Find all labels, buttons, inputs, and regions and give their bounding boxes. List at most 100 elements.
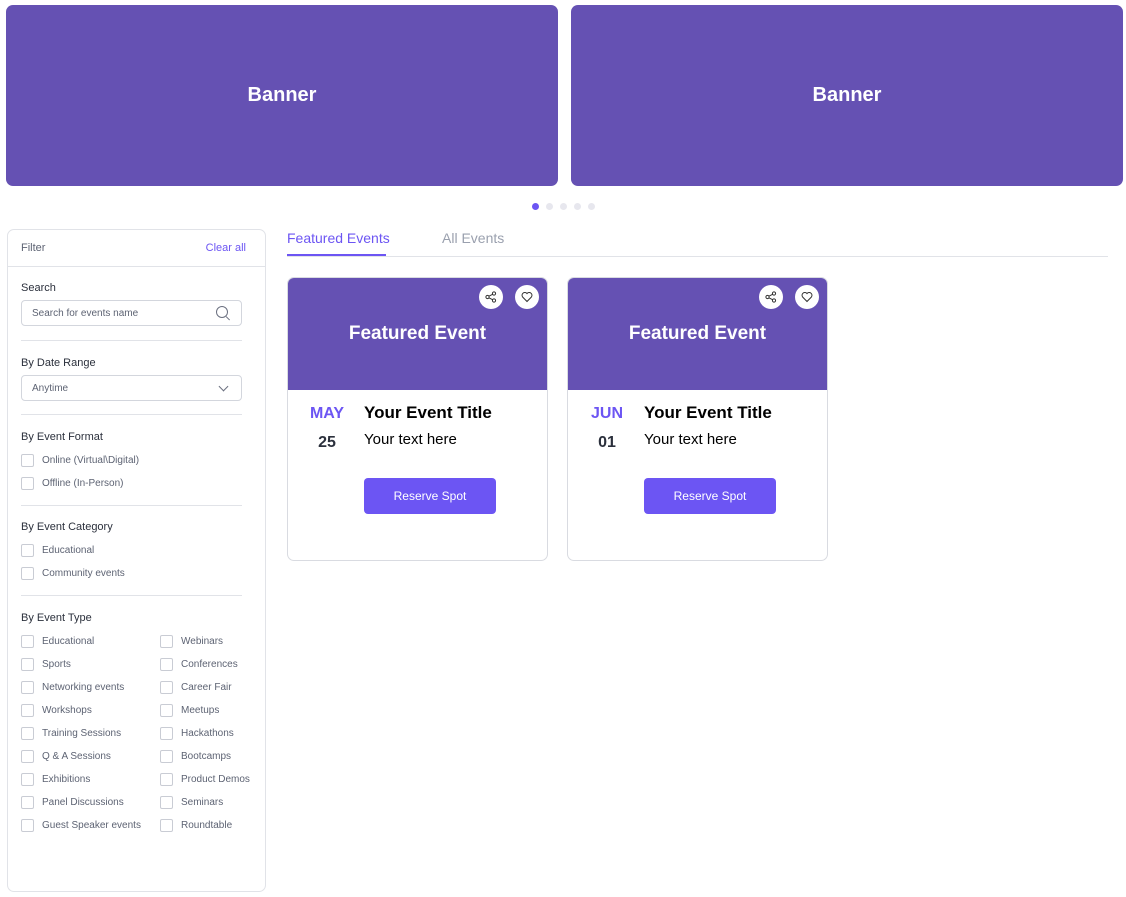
checkbox-type[interactable]: Workshops	[21, 704, 92, 717]
tab-featured-events[interactable]: Featured Events	[287, 230, 390, 246]
event-month: MAY	[309, 405, 345, 422]
search-field[interactable]	[21, 300, 242, 326]
event-month: JUN	[590, 405, 623, 422]
checkbox-type[interactable]: Training Sessions	[21, 727, 121, 740]
checkbox-category-educational[interactable]: Educational	[21, 544, 94, 557]
carousel-dot-5[interactable]	[588, 203, 595, 210]
checkbox-community-events[interactable]: Community events	[21, 567, 125, 580]
carousel-dot-3[interactable]	[560, 203, 567, 210]
carousel-dot-2[interactable]	[546, 203, 553, 210]
checkbox[interactable]	[160, 773, 173, 786]
checkbox-label: Conferences	[181, 659, 238, 670]
checkbox[interactable]	[21, 681, 34, 694]
reserve-spot-button[interactable]: Reserve Spot	[644, 478, 776, 514]
checkbox-type[interactable]: Q & A Sessions	[21, 750, 111, 763]
checkbox-label: Roundtable	[181, 820, 233, 831]
checkbox[interactable]	[160, 727, 173, 740]
checkbox[interactable]	[21, 704, 34, 717]
checkbox-type[interactable]: Career Fair	[160, 681, 232, 694]
checkbox[interactable]	[160, 750, 173, 763]
checkbox-label: Offline (In-Person)	[42, 478, 124, 489]
event-description: Your text here	[364, 431, 457, 448]
checkbox[interactable]	[21, 773, 34, 786]
checkbox-label: Exhibitions	[42, 774, 91, 785]
checkbox[interactable]	[160, 704, 173, 717]
checkbox-type[interactable]: Product Demos	[160, 773, 250, 786]
event-format-label: By Event Format	[21, 431, 103, 443]
checkbox-label: Guest Speaker events	[42, 820, 141, 831]
event-card[interactable]: Featured Event JUN 01 Your Event Title Y…	[567, 277, 828, 561]
checkbox-label: Webinars	[181, 636, 224, 647]
banner-2[interactable]: Banner	[571, 5, 1123, 186]
banner-1[interactable]: Banner	[6, 5, 558, 186]
carousel-dot-1[interactable]	[532, 203, 539, 210]
checkbox[interactable]	[160, 635, 173, 648]
checkbox[interactable]	[21, 658, 34, 671]
date-range-label: By Date Range	[21, 357, 96, 369]
event-card[interactable]: Featured Event MAY 25 Your Event Title Y…	[287, 277, 548, 561]
share-button[interactable]	[759, 285, 783, 309]
checkbox-online[interactable]: Online (Virtual\Digital)	[21, 454, 139, 467]
event-image-label: Featured Event	[348, 323, 487, 344]
chevron-down-icon	[218, 381, 229, 391]
checkbox[interactable]	[21, 477, 34, 490]
checkbox-label: Training Sessions	[42, 728, 122, 739]
checkbox-label: Sports	[42, 659, 71, 670]
checkbox-type[interactable]: Conferences	[160, 658, 238, 671]
share-button[interactable]	[479, 285, 503, 309]
checkbox-type[interactable]: Meetups	[160, 704, 219, 717]
checkbox-offline[interactable]: Offline (In-Person)	[21, 477, 124, 490]
tab-all-events[interactable]: All Events	[442, 230, 504, 246]
divider	[21, 414, 242, 415]
checkbox[interactable]	[160, 658, 173, 671]
checkbox-label: Educational	[42, 545, 95, 556]
search-icon[interactable]	[215, 305, 231, 321]
checkbox[interactable]	[21, 635, 34, 648]
checkbox-type[interactable]: Networking events	[21, 681, 124, 694]
reserve-spot-button[interactable]: Reserve Spot	[364, 478, 496, 514]
search-input[interactable]	[32, 307, 215, 319]
checkbox-type[interactable]: Educational	[21, 635, 94, 648]
checkbox[interactable]	[21, 727, 34, 740]
checkbox-label: Community events	[42, 568, 125, 579]
checkbox-type[interactable]: Sports	[21, 658, 71, 671]
checkbox-type[interactable]: Seminars	[160, 796, 223, 809]
checkbox-type[interactable]: Hackathons	[160, 727, 234, 740]
checkbox-type[interactable]: Exhibitions	[21, 773, 90, 786]
checkbox[interactable]	[160, 796, 173, 809]
clear-all-link[interactable]: Clear all	[206, 242, 246, 254]
checkbox-label: Educational	[42, 636, 95, 647]
carousel-dots	[532, 203, 595, 210]
filter-panel: Filter Clear all Search By Date Range An…	[7, 229, 266, 892]
active-tab-indicator	[287, 254, 386, 256]
checkbox[interactable]	[160, 681, 173, 694]
checkbox-type[interactable]: Webinars	[160, 635, 223, 648]
checkbox-type[interactable]: Panel Discussions	[21, 796, 124, 809]
favorite-button[interactable]	[795, 285, 819, 309]
event-day: 01	[598, 434, 616, 451]
carousel-dot-4[interactable]	[574, 203, 581, 210]
date-range-value: Anytime	[32, 382, 69, 394]
checkbox-type[interactable]: Guest Speaker events	[21, 819, 141, 832]
checkbox-label: Networking events	[42, 682, 125, 693]
checkbox[interactable]	[21, 544, 34, 557]
event-title: Your Event Title	[644, 403, 772, 422]
checkbox[interactable]	[21, 819, 34, 832]
checkbox-label: Product Demos	[181, 774, 250, 785]
checkbox-type[interactable]: Bootcamps	[160, 750, 231, 763]
checkbox-label: Panel Discussions	[42, 797, 124, 808]
checkbox-type[interactable]: Roundtable	[160, 819, 232, 832]
checkbox[interactable]	[21, 567, 34, 580]
event-title: Your Event Title	[364, 403, 492, 422]
heart-icon	[801, 292, 813, 303]
checkbox[interactable]	[21, 796, 34, 809]
checkbox[interactable]	[21, 750, 34, 763]
heart-icon	[521, 292, 533, 303]
event-day: 25	[318, 434, 336, 451]
date-range-select[interactable]: Anytime	[21, 375, 242, 401]
checkbox[interactable]	[160, 819, 173, 832]
divider	[21, 595, 242, 596]
checkbox-label: Meetups	[181, 705, 220, 716]
favorite-button[interactable]	[515, 285, 539, 309]
checkbox[interactable]	[21, 454, 34, 467]
